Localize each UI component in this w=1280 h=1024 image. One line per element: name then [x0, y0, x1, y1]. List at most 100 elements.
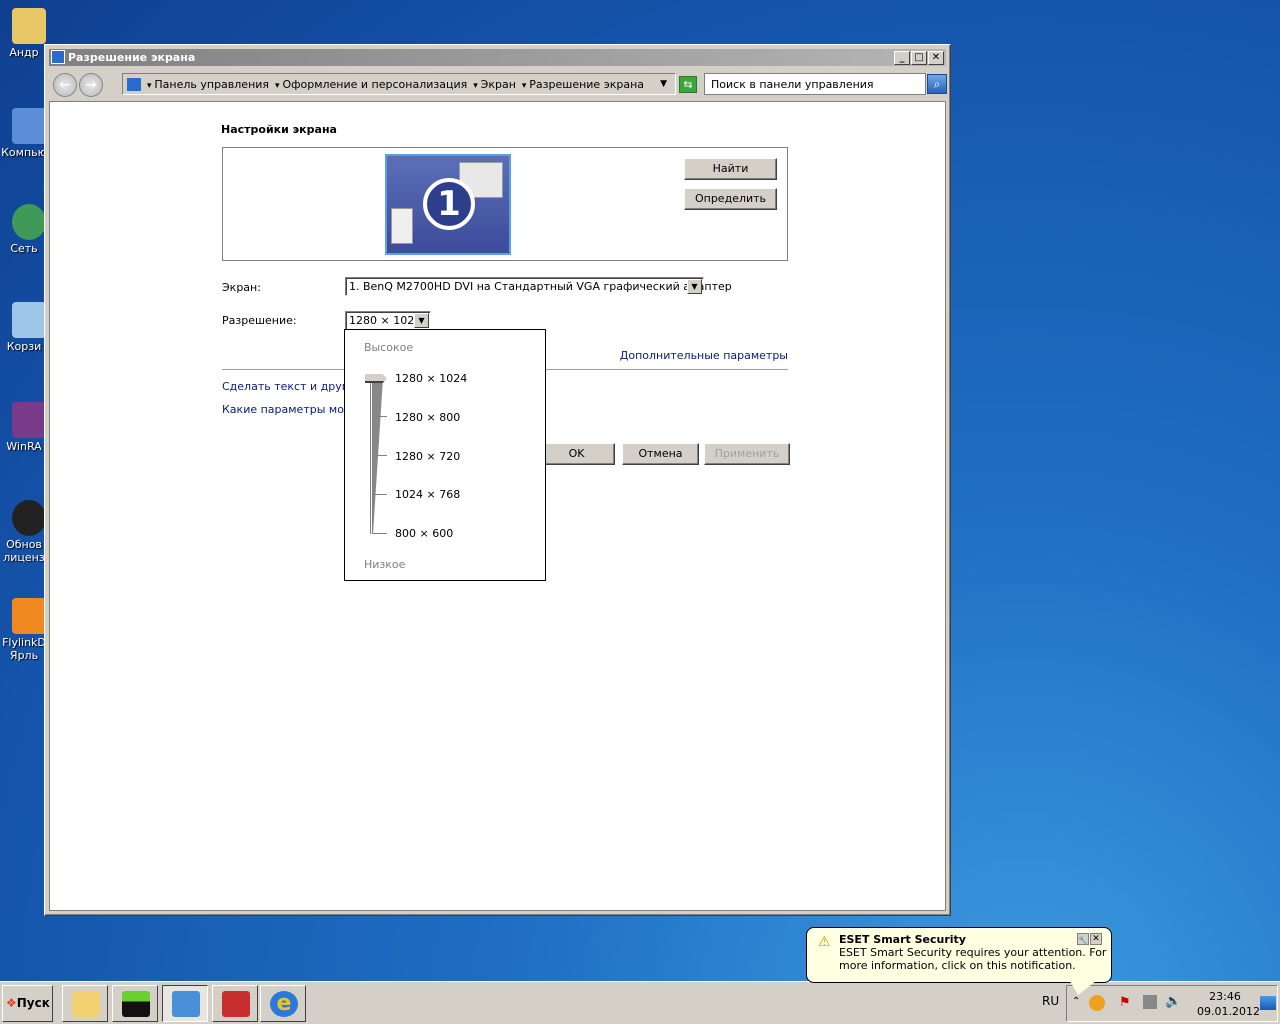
search-input[interactable]: Поиск в панели управления — [704, 73, 926, 95]
app-icon — [122, 991, 150, 1017]
taskbar-app-green[interactable] — [112, 985, 158, 1022]
screen-label: Экран: — [222, 281, 261, 294]
time: 23:46 — [1209, 990, 1241, 1003]
settings-icon[interactable]: 🔧 — [1077, 933, 1089, 945]
icon-label: Корзи — [6, 340, 42, 353]
slider-tick — [373, 494, 387, 495]
forward-button[interactable]: → — [79, 73, 103, 97]
title-bar[interactable]: Разрешение экрана _ □ ✕ — [49, 49, 946, 66]
text-size-link[interactable]: Сделать текст и другие — [222, 380, 361, 393]
icon-label: WinRA — [6, 440, 42, 453]
skull-icon — [12, 500, 46, 536]
balloon-tail — [1070, 981, 1096, 995]
desktop-icon-computer[interactable]: Компью — [0, 108, 48, 159]
start-label: Пуск — [16, 996, 50, 1010]
volume-icon[interactable]: 🔈 — [1165, 994, 1181, 1009]
control-panel-icon — [51, 50, 65, 64]
clock[interactable]: 23:46 09.01.2012 — [1197, 989, 1260, 1019]
taskbar-toolbox[interactable] — [212, 985, 258, 1022]
notification-title: ESET Smart Security — [839, 933, 966, 946]
resolution-option[interactable]: 1280 × 1024 — [395, 372, 467, 385]
toolbox-icon — [222, 991, 250, 1017]
desktop-icon-update[interactable]: Обнов лиценз — [0, 500, 48, 564]
minimize-button[interactable]: _ — [894, 51, 910, 65]
chevron-down-icon[interactable]: ▼ — [414, 313, 429, 328]
slider-tick — [373, 455, 387, 456]
monitor-preview: 1 Найти Определить — [222, 147, 788, 261]
icon-label: Обнов лиценз — [3, 538, 45, 564]
control-panel-icon — [172, 991, 200, 1017]
window-title: Разрешение экрана — [68, 51, 196, 64]
chevron-down-icon[interactable]: ▼ — [687, 279, 702, 294]
address-bar[interactable]: Панель управления Оформление и персонали… — [122, 73, 676, 95]
page-title: Настройки экрана — [221, 123, 337, 136]
control-panel-icon — [127, 77, 141, 91]
resolution-label: Разрешение: — [222, 314, 297, 327]
flylink-icon — [12, 598, 46, 634]
back-button[interactable]: ← — [53, 73, 77, 97]
action-center-flag-icon[interactable]: ⚑ — [1119, 995, 1131, 1010]
cancel-button[interactable]: Отмена — [622, 443, 699, 465]
icon-label: Сеть — [10, 242, 38, 255]
slider-wedge — [373, 378, 383, 534]
network-icon[interactable] — [1143, 995, 1157, 1009]
resolution-value: 1280 × 1024 — [349, 314, 422, 327]
ie-icon: e — [270, 991, 298, 1017]
address-dropdown-icon[interactable]: ▼ — [660, 79, 667, 89]
window-thumbnail-icon — [391, 208, 413, 244]
resolution-slider-thumb[interactable] — [365, 374, 387, 383]
slider-tick — [373, 416, 387, 417]
taskbar-internet-explorer[interactable]: e — [260, 985, 306, 1022]
resolution-slider-track[interactable] — [370, 378, 373, 534]
resolution-select[interactable]: 1280 × 1024 ▼ — [345, 311, 431, 330]
resolution-option[interactable]: 1280 × 720 — [395, 450, 460, 463]
show-desktop-icon[interactable] — [1260, 996, 1276, 1010]
monitor-number: 1 — [423, 178, 475, 230]
computer-icon — [12, 108, 46, 144]
screen-value: 1. BenQ M2700HD DVI на Стандартный VGA г… — [349, 280, 732, 293]
high-label: Высокое — [364, 341, 414, 354]
slider-tick — [373, 533, 387, 534]
icon-label: FlylinkD Ярль — [2, 636, 46, 662]
desktop-icon-user[interactable]: Андр — [0, 8, 48, 59]
screen-select[interactable]: 1. BenQ M2700HD DVI на Стандартный VGA г… — [345, 277, 732, 296]
show-hidden-icons-button[interactable]: ⌃ — [1072, 996, 1080, 1007]
winrar-icon — [12, 402, 46, 438]
breadcrumb-display[interactable]: Экран — [473, 78, 516, 91]
resolution-slider-popup: Высокое 1280 × 1024 1280 × 800 1280 × 72… — [344, 329, 546, 581]
icon-label: Компью — [1, 146, 47, 159]
eset-notification[interactable]: ⚠ ESET Smart Security ESET Smart Securit… — [806, 927, 1112, 983]
date: 09.01.2012 — [1197, 1005, 1260, 1018]
ok-button[interactable]: OK — [538, 443, 615, 465]
eset-icon[interactable] — [1089, 995, 1105, 1011]
resolution-option[interactable]: 1280 × 800 — [395, 411, 460, 424]
folder-icon — [12, 8, 46, 44]
notification-text: ESET Smart Security requires your attent… — [839, 946, 1107, 972]
icon-label: Андр — [9, 46, 39, 59]
search-button[interactable]: ⌕ — [927, 74, 947, 94]
start-button[interactable]: ❖Пуск — [2, 985, 53, 1022]
breadcrumb-control-panel[interactable]: Панель управления — [147, 78, 269, 91]
refresh-button[interactable]: ⇆ — [679, 76, 697, 93]
maximize-button[interactable]: □ — [911, 51, 927, 65]
language-indicator[interactable]: RU — [1042, 994, 1059, 1008]
breadcrumb-appearance[interactable]: Оформление и персонализация — [275, 78, 467, 91]
resolution-option[interactable]: 800 × 600 — [395, 527, 453, 540]
network-icon — [12, 204, 46, 240]
desktop-icon-winrar[interactable]: WinRA — [0, 402, 48, 453]
taskbar-control-panel[interactable] — [162, 985, 208, 1022]
warning-icon: ⚠ — [818, 934, 831, 950]
desktop-icon-flylink[interactable]: FlylinkD Ярль — [0, 598, 48, 662]
system-tray: ⌃ ⚑ 🔈 23:46 09.01.2012 — [1066, 985, 1278, 1022]
desktop-icon-network[interactable]: Сеть — [0, 204, 48, 255]
monitor-1[interactable]: 1 — [385, 154, 511, 255]
desktop-icon-recycle-bin[interactable]: Корзи — [0, 302, 48, 353]
taskbar-explorer[interactable] — [62, 985, 108, 1022]
resolution-option[interactable]: 1024 × 768 — [395, 488, 460, 501]
close-button[interactable]: ✕ — [928, 51, 944, 65]
advanced-settings-link[interactable]: Дополнительные параметры — [620, 349, 788, 362]
breadcrumb-resolution[interactable]: Разрешение экрана — [522, 78, 644, 91]
identify-button[interactable]: Определить — [684, 188, 777, 210]
close-icon[interactable]: ✕ — [1090, 933, 1102, 945]
find-button[interactable]: Найти — [684, 158, 777, 180]
